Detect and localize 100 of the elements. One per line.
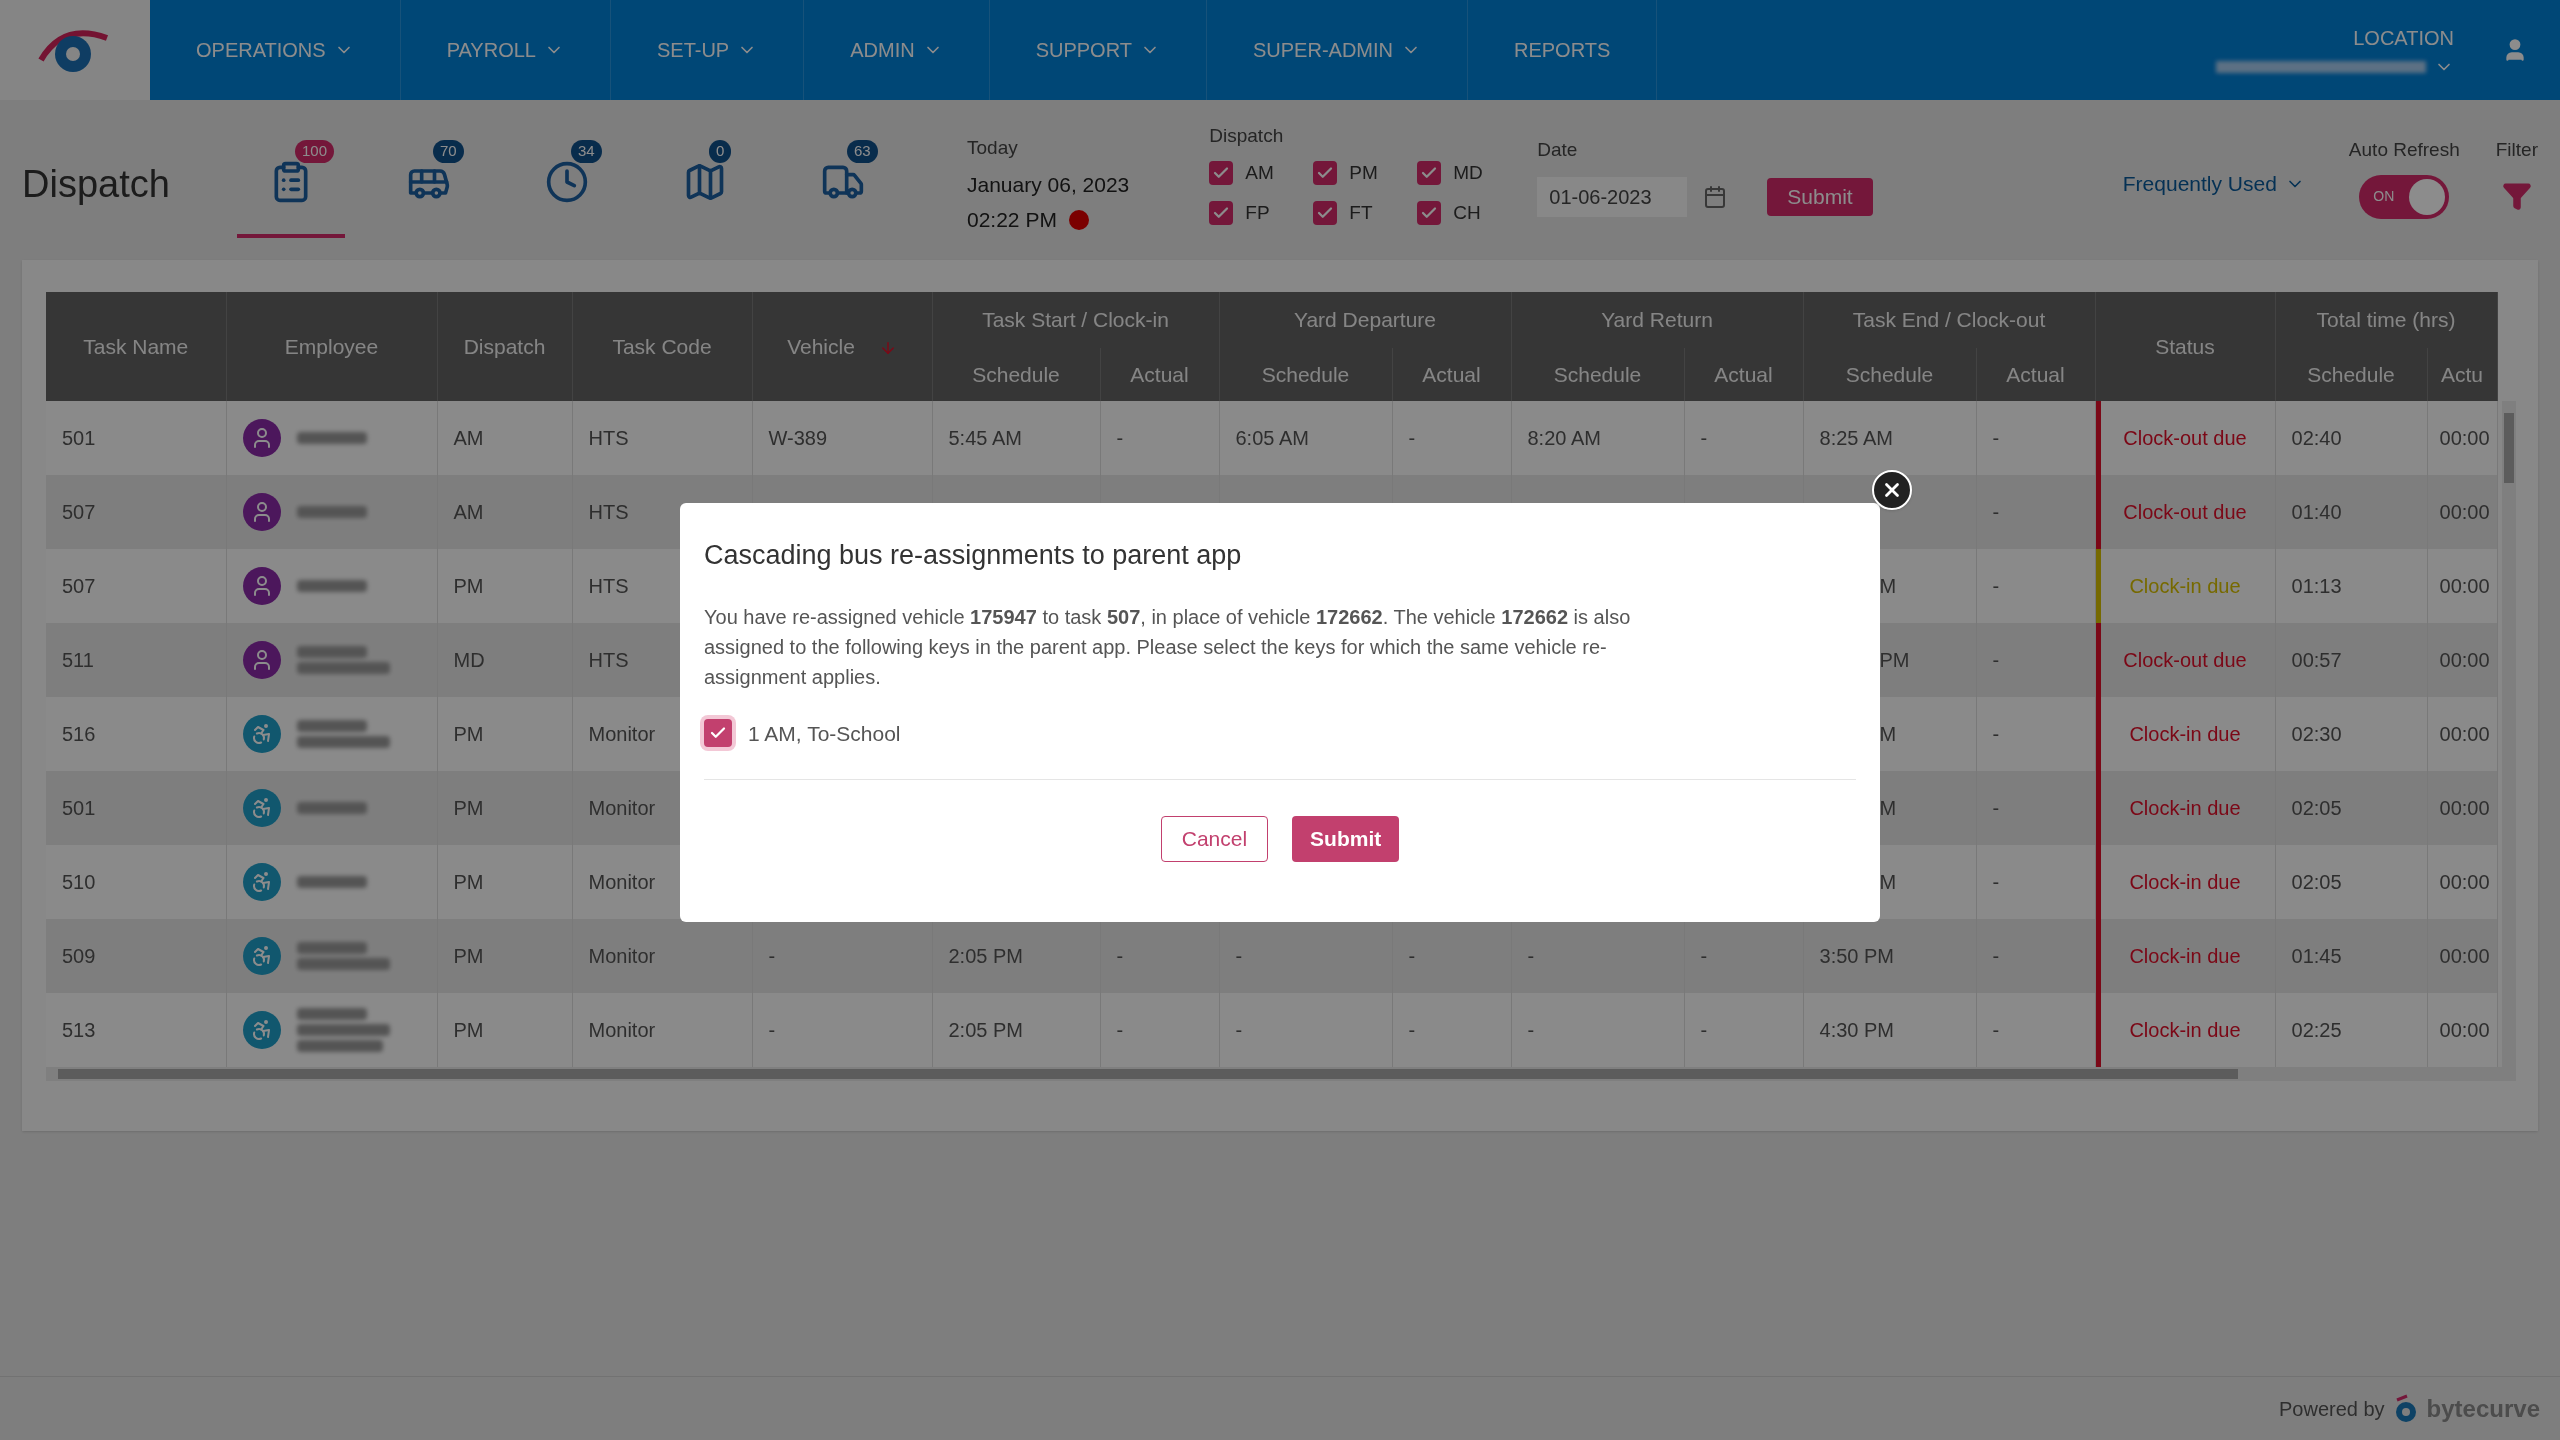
checkbox-label: MD [1453,160,1483,185]
table-cell: - [1527,945,1535,967]
nav-menu-item[interactable]: OPERATIONS [150,0,401,100]
column-header: Yard Return [1601,308,1713,332]
icon-tab[interactable]: 100 [237,130,345,238]
count-badge: 34 [571,140,602,163]
column-header: Dispatch [463,334,546,358]
icon-tab[interactable]: 0 [651,130,759,238]
table-cell: - [1992,945,2000,967]
nav-menu-item[interactable]: PAYROLL [400,0,611,100]
nav-menu-item[interactable]: SUPER-ADMIN [1207,0,1468,100]
submit-button[interactable]: Submit [1292,816,1400,862]
table-cell: PM [453,1019,484,1041]
table-cell: 509 [62,945,96,967]
column-subheader: Actual [1714,362,1773,386]
column-header: Task End / Clock-out [1852,308,2046,332]
table-cell: 00:00 [2439,649,2490,671]
table-cell: 8:25 AM [1819,427,1893,449]
calendar-icon[interactable] [1703,184,1728,209]
wheelchair-icon [242,715,281,753]
modal-message: You have re-assigned vehicle 175947 to task 507, in place of vehicle 172662. The vehicle 172662 is also assigned to the following keys in the parent app. Please select the keys for which the same vehicle re-assignment applies. [704,604,1632,690]
table-cell: AM [453,501,484,523]
checkbox[interactable] [1417,201,1442,226]
column-header: Total time (hrs) [2316,308,2456,332]
checkbox[interactable] [1209,160,1234,185]
table-cell: 511 [62,649,94,671]
count-badge: 70 [433,140,464,163]
checkbox-label: FP [1245,201,1270,225]
date-label: Date [1537,138,1579,162]
blurred-name [296,506,367,518]
table-cell: Monitor [588,797,656,819]
table-cell: 01:13 [2291,575,2342,597]
icon-tab[interactable]: 70 [375,130,483,238]
location-label: LOCATION [2353,26,2454,51]
table-cell: - [1992,1019,2000,1041]
table-cell: 5:45 AM [948,427,1022,449]
table-cell: - [1408,945,1416,967]
table-cell: - [1992,871,2000,893]
wheelchair-icon [242,789,281,827]
column-header: Yard Departure [1294,308,1436,332]
wheelchair-icon [242,937,281,975]
table-cell: AM [453,427,484,449]
table-cell: - [1700,427,1708,449]
auto-refresh-toggle[interactable]: ON [2359,174,2450,219]
nav-menu-item[interactable]: REPORTS [1468,0,1658,100]
checkbox[interactable] [1209,201,1234,226]
table-cell: - [1992,501,2000,523]
submit-button[interactable]: Submit [1767,177,1873,216]
table-cell: - [1700,945,1708,967]
table-cell: - [1992,649,2000,671]
frequently-used-dropdown[interactable]: Frequently Used [2122,168,2305,200]
nav-menu-item[interactable]: SET-UP [610,0,805,100]
table-cell: MD [453,649,485,671]
column-header: Task Start / Clock-in [982,308,1169,332]
cancel-button[interactable]: Cancel [1160,816,1269,862]
table-cell: M [1879,723,1897,745]
table-cell: 513 [62,1019,96,1041]
dispatch-filter-label: Dispatch [1209,124,1285,148]
app-logo[interactable] [0,0,150,100]
column-subheader: Actu [2441,362,2484,386]
table-cell: HTS [588,575,629,597]
checkbox-label: AM [1245,160,1274,185]
table-cell: W-389 [768,427,828,449]
table-cell: PM [1879,649,1910,671]
blurred-name [296,580,367,592]
horizontal-scrollbar[interactable] [46,1067,2516,1081]
table-cell: 501 [62,797,96,819]
nav-menu-item[interactable]: ADMIN [804,0,990,100]
nav-menu-item[interactable]: SUPPORT [989,0,1207,100]
powered-by-text: Powered by [2279,1396,2385,1422]
today-label: Today [967,136,1019,160]
table-cell: 4:30 PM [1819,1019,1894,1041]
table-cell: Monitor [588,871,656,893]
column-header: Task Name [83,334,189,358]
option-label: 1 AM, To-School [748,720,901,747]
table-cell: HTS [588,501,629,523]
column-subheader: Actual [2006,362,2065,386]
checkbox[interactable] [1313,160,1338,185]
table-cell: HTS [588,427,629,449]
icon-tab[interactable]: 34 [513,130,621,238]
table-cell: - [1700,1019,1708,1041]
date-field[interactable]: 01-06-2023 [1537,176,1688,217]
table-cell: 00:00 [2439,945,2490,967]
checkbox[interactable] [1417,160,1442,185]
checkbox[interactable] [1313,201,1338,226]
blurred-name [296,802,367,814]
column-header: Status [2155,334,2215,358]
icon-tab[interactable]: 63 [789,130,897,238]
table-cell: 2:05 PM [948,1019,1023,1041]
table-cell: 00:00 [2439,575,2490,597]
table-cell: 507 [62,501,96,523]
status-text: Clock-in due [2129,945,2241,967]
table-cell: - [1408,1019,1416,1041]
person-avatar-icon [242,641,281,679]
column-header: Vehicle [787,334,855,358]
wheelchair-icon [242,1011,281,1049]
table-cell: 02:40 [2291,427,2342,449]
page-title: Dispatch [22,162,171,207]
status-text: Clock-in due [2129,871,2241,893]
table-cell: - [1235,1019,1243,1041]
